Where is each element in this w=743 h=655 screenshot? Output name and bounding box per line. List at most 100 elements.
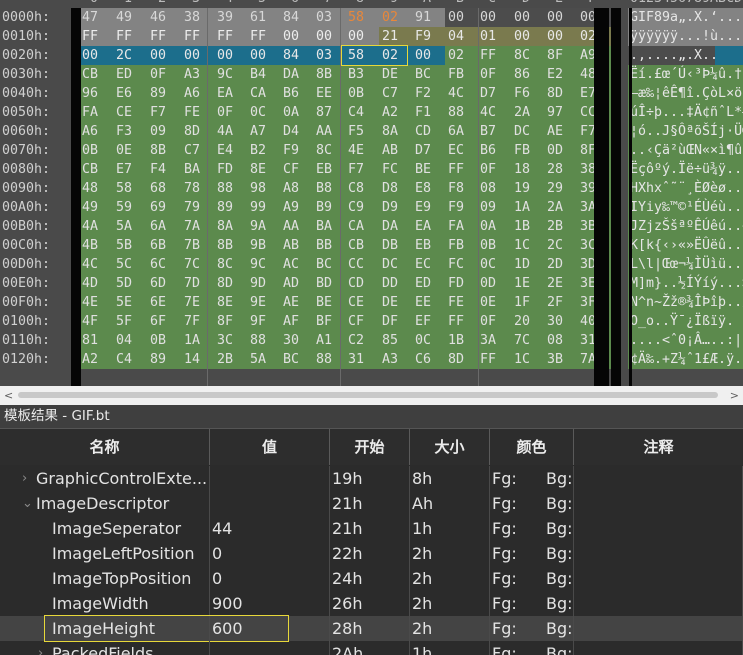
hex-byte[interactable]: CF bbox=[348, 312, 364, 331]
hex-byte[interactable]: 0D bbox=[480, 274, 496, 293]
hex-byte[interactable]: AA bbox=[283, 217, 299, 236]
hex-byte[interactable]: CF bbox=[283, 160, 299, 179]
hex-byte[interactable]: 0A bbox=[480, 217, 496, 236]
ascii-text[interactable]: JZjzŠšªºÊÚêú..+; bbox=[630, 217, 743, 236]
hex-byte[interactable]: 7C bbox=[514, 331, 530, 350]
scroll-left-icon[interactable]: < bbox=[4, 389, 13, 402]
hex-byte[interactable]: AE bbox=[283, 293, 299, 312]
hex-byte[interactable]: 6E bbox=[150, 293, 166, 312]
hex-byte[interactable]: 59 bbox=[116, 198, 132, 217]
hex-byte[interactable]: BB bbox=[316, 236, 332, 255]
hex-byte[interactable]: 0F bbox=[150, 65, 166, 84]
hex-byte[interactable]: 8A bbox=[382, 122, 398, 141]
hex-byte[interactable]: 97 bbox=[547, 103, 563, 122]
hex-byte[interactable]: 2A bbox=[514, 103, 530, 122]
hex-byte[interactable]: 47 bbox=[82, 8, 98, 27]
hex-byte[interactable]: 2A bbox=[547, 198, 563, 217]
ascii-text[interactable]: úÎ÷þ...‡Ä¢ñˆL*—Ì bbox=[630, 103, 743, 122]
hex-byte[interactable]: FB bbox=[514, 141, 530, 160]
hex-byte[interactable]: 02 bbox=[382, 8, 398, 27]
hex-byte[interactable]: 00 bbox=[316, 27, 332, 46]
ascii-text[interactable]: O_o..Ÿ¯¿Ïßïÿ. 0@ bbox=[630, 312, 743, 331]
template-row[interactable]: ImageDescriptor 21h Ah Fg: Bg: ⌄ bbox=[0, 491, 743, 516]
hex-byte[interactable]: A9 bbox=[283, 198, 299, 217]
ascii-text[interactable]: N^n~Žž®¾ÎÞîþ../? bbox=[630, 293, 743, 312]
hex-byte[interactable]: BC bbox=[316, 255, 332, 274]
hex-byte[interactable]: 6A bbox=[448, 122, 464, 141]
hex-byte[interactable]: 3C bbox=[217, 331, 233, 350]
hex-byte[interactable]: 5F bbox=[116, 312, 132, 331]
hex-byte[interactable]: 9C bbox=[217, 65, 233, 84]
hex-byte[interactable]: E8 bbox=[415, 179, 431, 198]
hex-byte[interactable]: 4C bbox=[82, 255, 98, 274]
hex-byte[interactable]: 00 bbox=[480, 8, 496, 27]
hex-byte[interactable]: DE bbox=[382, 293, 398, 312]
hex-byte[interactable]: 2B bbox=[217, 350, 233, 369]
hex-byte[interactable]: 0F bbox=[480, 312, 496, 331]
hex-byte[interactable]: CE bbox=[348, 293, 364, 312]
hex-byte[interactable]: 00 bbox=[514, 8, 530, 27]
hex-byte[interactable]: A2 bbox=[82, 350, 98, 369]
hex-byte[interactable]: CD bbox=[348, 274, 364, 293]
hex-byte[interactable]: 00 bbox=[547, 27, 563, 46]
hex-byte[interactable]: 2E bbox=[547, 274, 563, 293]
hex-byte[interactable]: 00 bbox=[250, 46, 266, 65]
hex-byte[interactable]: 1F bbox=[514, 293, 530, 312]
hex-byte[interactable]: 0D bbox=[547, 141, 563, 160]
hex-byte[interactable]: 88 bbox=[316, 350, 332, 369]
hex-byte[interactable]: FF bbox=[150, 27, 166, 46]
template-row[interactable]: GraphicControlExte... 19h 8h Fg: Bg: › bbox=[0, 466, 743, 491]
hex-byte[interactable]: 2C bbox=[116, 46, 132, 65]
hex-byte[interactable]: 58 bbox=[116, 179, 132, 198]
hex-byte[interactable]: FC bbox=[448, 255, 464, 274]
hex-byte[interactable]: 8E bbox=[217, 293, 233, 312]
hex-byte[interactable]: C9 bbox=[348, 198, 364, 217]
template-row[interactable]: ImageHeight 600 28h 2h Fg: Bg: bbox=[0, 615, 743, 642]
hex-byte[interactable]: FF bbox=[217, 27, 233, 46]
hex-byte[interactable]: 8F bbox=[217, 312, 233, 331]
hex-byte[interactable]: 0C bbox=[250, 103, 266, 122]
ascii-text[interactable]: M]m}..­½ÍÝíý...> bbox=[630, 274, 743, 293]
hex-byte[interactable]: 89 bbox=[150, 350, 166, 369]
hex-byte[interactable]: 87 bbox=[316, 103, 332, 122]
hex-byte[interactable]: CD bbox=[415, 122, 431, 141]
hex-byte[interactable]: BD bbox=[316, 274, 332, 293]
hex-byte[interactable]: F9 bbox=[283, 141, 299, 160]
hex-byte[interactable]: ED bbox=[415, 274, 431, 293]
hex-byte[interactable]: 4F bbox=[82, 312, 98, 331]
hex-byte[interactable]: B8 bbox=[316, 179, 332, 198]
hex-byte[interactable]: FF bbox=[480, 46, 496, 65]
hex-byte[interactable]: FE bbox=[184, 103, 200, 122]
hex-byte[interactable]: 0F bbox=[217, 103, 233, 122]
hex-byte[interactable]: AA bbox=[316, 122, 332, 141]
hex-byte[interactable]: 20 bbox=[514, 312, 530, 331]
ascii-text[interactable]: L\l|Œœ¬¼ÌÜìü..-= bbox=[630, 255, 743, 274]
hex-byte[interactable]: A8 bbox=[283, 179, 299, 198]
hex-byte[interactable]: 02 bbox=[382, 46, 398, 65]
hex-byte[interactable]: EE bbox=[415, 293, 431, 312]
hex-byte[interactable]: C4 bbox=[116, 350, 132, 369]
hex-byte[interactable]: E9 bbox=[415, 198, 431, 217]
hex-byte[interactable]: BA bbox=[316, 217, 332, 236]
hex-byte[interactable]: CB bbox=[82, 160, 98, 179]
hex-byte[interactable]: 4D bbox=[82, 274, 98, 293]
hex-byte[interactable]: FE bbox=[448, 293, 464, 312]
hex-byte[interactable]: D7 bbox=[480, 84, 496, 103]
hex-byte[interactable]: 89 bbox=[217, 198, 233, 217]
hex-byte[interactable]: 48 bbox=[82, 179, 98, 198]
hex-byte[interactable]: 6F bbox=[150, 312, 166, 331]
template-row[interactable]: PackedFields 2Ah 1h Fg: Bg: › bbox=[0, 641, 743, 655]
hex-byte[interactable]: FF bbox=[250, 27, 266, 46]
hex-byte[interactable]: 30 bbox=[283, 331, 299, 350]
hex-byte[interactable]: 08 bbox=[547, 331, 563, 350]
hex-byte[interactable]: DC bbox=[382, 255, 398, 274]
hex-byte[interactable]: 28 bbox=[547, 160, 563, 179]
hex-byte[interactable]: 8B bbox=[217, 236, 233, 255]
hex-byte[interactable]: EC bbox=[448, 141, 464, 160]
hex-byte[interactable]: 1A bbox=[514, 198, 530, 217]
hex-byte[interactable]: 21 bbox=[382, 27, 398, 46]
column-header-color[interactable]: 颜色 bbox=[490, 429, 574, 465]
hex-byte[interactable]: C6 bbox=[415, 350, 431, 369]
hex-byte[interactable]: 19 bbox=[514, 179, 530, 198]
hex-byte[interactable]: 00 bbox=[217, 46, 233, 65]
